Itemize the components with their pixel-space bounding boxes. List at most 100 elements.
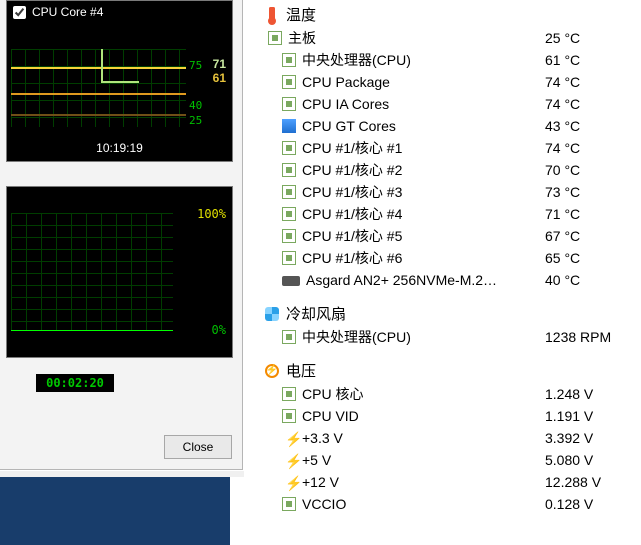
row-value: 67 °C (545, 228, 641, 244)
core4-checkbox[interactable]: CPU Core #4 (11, 5, 103, 19)
reading-61: 61 (213, 71, 226, 85)
row-label: CPU #1/核心 #1 (302, 138, 545, 158)
row-fan-cpu[interactable]: 中央处理器(CPU)1238 RPM (250, 326, 641, 348)
row-value: 40 °C (545, 272, 641, 288)
core4-checkbox-label: CPU Core #4 (32, 5, 103, 19)
chip-icon (268, 31, 282, 45)
chip-icon (282, 75, 296, 89)
row-cpu-gt[interactable]: CPU GT Cores43 °C (250, 115, 641, 137)
y-axis-40: 40 (189, 99, 202, 112)
sensor-panel: 温度 主板25 °C 中央处理器(CPU)61 °C CPU Package74… (250, 0, 641, 545)
row-label: CPU VID (302, 408, 545, 424)
row-value: 1.191 V (545, 408, 641, 424)
row-core4[interactable]: CPU #1/核心 #471 °C (250, 203, 641, 225)
chip-icon (282, 251, 296, 265)
y-axis-75: 75 (189, 59, 202, 72)
background-strip (0, 471, 244, 545)
chip-icon (282, 97, 296, 111)
section-voltage[interactable]: 电压 (264, 360, 641, 381)
row-3v3[interactable]: +3.3 V3.392 V (250, 427, 641, 449)
row-label: CPU #1/核心 #6 (302, 248, 545, 268)
row-value: 1238 RPM (545, 329, 641, 345)
row-label: CPU 核心 (302, 384, 545, 404)
section-fan[interactable]: 冷却风扇 (264, 303, 641, 324)
row-label: CPU #1/核心 #3 (302, 182, 545, 202)
row-core5[interactable]: CPU #1/核心 #567 °C (250, 225, 641, 247)
row-value: 74 °C (545, 140, 641, 156)
row-cpu[interactable]: 中央处理器(CPU)61 °C (250, 49, 641, 71)
row-5v[interactable]: +5 V5.080 V (250, 449, 641, 471)
trace-brown (11, 114, 186, 116)
row-value: 65 °C (545, 250, 641, 266)
row-value: 5.080 V (545, 452, 641, 468)
row-label: CPU GT Cores (302, 118, 545, 134)
graph-dialog: CPU Core #4 75 40 25 71 61 10:19:19 100%… (0, 0, 243, 470)
section-voltage-label: 电压 (286, 360, 316, 381)
usage-plot-grid (11, 213, 173, 331)
row-label: CPU #1/核心 #2 (302, 160, 545, 180)
gpu-icon (282, 119, 296, 133)
row-value: 74 °C (545, 96, 641, 112)
x-axis-time: 10:19:19 (7, 141, 232, 155)
y-axis-0pct: 0% (212, 323, 226, 337)
row-value: 0.128 V (545, 496, 641, 512)
row-value: 70 °C (545, 162, 641, 178)
core4-checkbox-input[interactable] (13, 6, 26, 19)
y-axis-100pct: 100% (197, 207, 226, 221)
row-motherboard[interactable]: 主板25 °C (250, 27, 641, 49)
row-label: VCCIO (302, 496, 545, 512)
row-vccio[interactable]: VCCIO0.128 V (250, 493, 641, 515)
row-12v[interactable]: +12 V12.288 V (250, 471, 641, 493)
row-ssd[interactable]: Asgard AN2+ 256NVMe-M.2…40 °C (250, 269, 641, 291)
y-axis-25: 25 (189, 114, 202, 127)
reading-71: 71 (213, 57, 226, 71)
chip-icon (282, 409, 296, 423)
row-cpu-ia[interactable]: CPU IA Cores74 °C (250, 93, 641, 115)
row-label: CPU Package (302, 74, 545, 90)
trace-step (101, 49, 139, 83)
section-fan-label: 冷却风扇 (286, 303, 346, 324)
row-core2[interactable]: CPU #1/核心 #270 °C (250, 159, 641, 181)
chip-icon (282, 185, 296, 199)
ssd-icon (282, 276, 300, 286)
row-label: Asgard AN2+ 256NVMe-M.2… (306, 272, 545, 288)
chip-icon (282, 330, 296, 344)
voltage-icon (264, 363, 280, 379)
row-value: 12.288 V (545, 474, 641, 490)
row-value: 43 °C (545, 118, 641, 134)
row-value: 1.248 V (545, 386, 641, 402)
row-vid[interactable]: CPU VID1.191 V (250, 405, 641, 427)
bolt-icon (282, 475, 296, 489)
row-label: +3.3 V (302, 430, 545, 446)
chip-icon (282, 497, 296, 511)
row-label: +12 V (302, 474, 545, 490)
close-button[interactable]: Close (164, 435, 232, 459)
bolt-icon (282, 431, 296, 445)
row-core1[interactable]: CPU #1/核心 #174 °C (250, 137, 641, 159)
elapsed-timer: 00:02:20 (36, 374, 114, 392)
row-cpu-package[interactable]: CPU Package74 °C (250, 71, 641, 93)
row-label: 中央处理器(CPU) (302, 50, 545, 70)
row-label: CPU #1/核心 #5 (302, 226, 545, 246)
temperature-graph: CPU Core #4 75 40 25 71 61 10:19:19 (6, 0, 233, 162)
fan-icon (264, 306, 280, 322)
chip-icon (282, 141, 296, 155)
trace-orange (11, 93, 186, 95)
chip-icon (282, 163, 296, 177)
row-core6[interactable]: CPU #1/核心 #665 °C (250, 247, 641, 269)
row-label: 中央处理器(CPU) (302, 327, 545, 347)
row-value: 3.392 V (545, 430, 641, 446)
row-value: 25 °C (545, 30, 641, 46)
row-label: 主板 (288, 28, 545, 48)
row-core3[interactable]: CPU #1/核心 #373 °C (250, 181, 641, 203)
thermometer-icon (264, 7, 280, 23)
row-label: CPU #1/核心 #4 (302, 204, 545, 224)
usage-flatline (11, 330, 173, 331)
row-value: 71 °C (545, 206, 641, 222)
usage-graph: 100% 0% (6, 186, 233, 358)
row-value: 74 °C (545, 74, 641, 90)
bolt-icon (282, 453, 296, 467)
section-temperature[interactable]: 温度 (264, 4, 641, 25)
row-label: +5 V (302, 452, 545, 468)
row-vcore[interactable]: CPU 核心1.248 V (250, 383, 641, 405)
